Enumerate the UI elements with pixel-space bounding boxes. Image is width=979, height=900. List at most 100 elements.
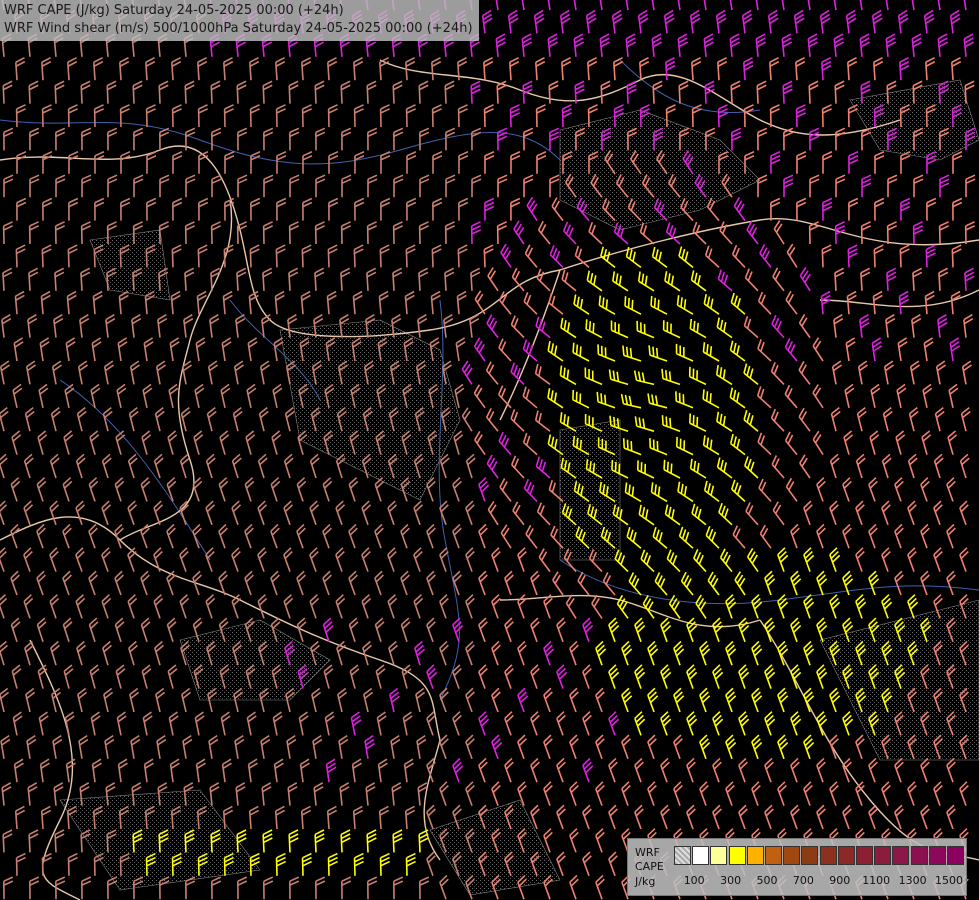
barb-feather (622, 438, 626, 449)
wind-barb (738, 617, 750, 643)
wind-barb (249, 56, 260, 81)
barb-feather (159, 84, 169, 91)
barb-feather (510, 201, 521, 208)
wind-barb (622, 438, 642, 456)
wind-barb (474, 290, 486, 315)
wind-barb (366, 221, 377, 245)
barb-staff (649, 402, 668, 409)
barb-staff (499, 486, 512, 502)
wind-barb (10, 477, 21, 502)
barb-feather (159, 221, 169, 227)
barb-feather (484, 205, 495, 212)
wind-barb (55, 174, 66, 198)
wind-barb (729, 33, 741, 57)
barb-feather (341, 225, 351, 231)
barb-staff (93, 249, 96, 268)
wind-barb (258, 407, 269, 432)
barb-feather (744, 104, 754, 110)
wind-barb (465, 687, 475, 713)
barb-staff (525, 533, 538, 549)
wind-barb (860, 267, 871, 291)
wind-barb (184, 221, 195, 245)
barb-staff (705, 254, 720, 268)
wind-barb (363, 687, 374, 713)
wind-barb (93, 56, 104, 81)
barb-feather (679, 84, 689, 91)
wind-barb (771, 314, 785, 339)
wind-barb (89, 430, 100, 455)
barb-staff (707, 580, 720, 596)
wind-barb (803, 500, 813, 526)
barb-feather (822, 104, 832, 110)
barb-feather (549, 127, 560, 134)
barb-staff (676, 352, 694, 362)
wind-barb (703, 33, 715, 57)
wind-barb (769, 56, 780, 81)
barb-feather (94, 197, 105, 204)
barb-staff (511, 464, 525, 479)
wind-barb (380, 197, 391, 221)
wind-barb (729, 387, 746, 409)
barb-feather (380, 155, 391, 161)
barb-feather (133, 221, 143, 227)
wind-barb (261, 314, 272, 338)
wind-barb (392, 267, 403, 291)
wind-barb (821, 56, 832, 81)
barb-staff (773, 228, 785, 245)
wind-barb (28, 80, 39, 104)
wind-barb (497, 127, 508, 151)
wind-barb (651, 33, 663, 57)
wind-barb (730, 479, 746, 502)
barb-feather (354, 151, 365, 157)
barb-feather (848, 155, 859, 161)
wind-barb (198, 197, 209, 221)
wind-barb (585, 319, 603, 339)
barb-feather (81, 84, 91, 91)
barb-staff (757, 348, 772, 362)
wind-barb (68, 197, 79, 221)
wind-barb (842, 523, 852, 549)
wind-barb (595, 640, 607, 666)
wind-barb (469, 314, 480, 338)
wind-barb (764, 664, 776, 689)
barb-staff (538, 229, 551, 245)
wind-barb (517, 640, 527, 666)
wind-barb (665, 222, 681, 245)
barb-feather (666, 108, 676, 114)
wind-barb (624, 0, 636, 11)
barb-feather (783, 84, 793, 91)
barb-staff (758, 487, 772, 502)
barb-feather (107, 178, 118, 184)
wind-barb (483, 244, 494, 268)
barb-staff (806, 0, 811, 11)
barb-feather (627, 88, 637, 95)
wind-barb (549, 245, 564, 268)
barb-staff (626, 85, 629, 104)
wind-barb (68, 151, 79, 174)
wind-barb (172, 197, 183, 221)
barb-feather (835, 84, 845, 91)
barb-feather (419, 178, 430, 184)
barb-feather (67, 244, 78, 251)
wind-barb (484, 151, 495, 174)
barb-feather (939, 178, 950, 184)
barb-feather (899, 244, 910, 251)
wind-barb (101, 500, 112, 526)
barb-staff (637, 469, 655, 479)
wind-barb (192, 523, 202, 549)
wind-barb (548, 293, 564, 315)
wind-barb (882, 407, 893, 432)
wind-barb (471, 174, 482, 198)
wind-barb (757, 432, 772, 456)
wind-barb (41, 244, 52, 268)
wind-barb (517, 687, 529, 713)
barb-staff (610, 378, 629, 386)
barb-feather (861, 225, 871, 231)
wind-barb (600, 246, 616, 269)
wind-barb (907, 453, 918, 479)
barb-feather (483, 244, 494, 251)
barb-staff (598, 0, 603, 11)
wind-barb (650, 295, 668, 315)
wind-barb (834, 267, 845, 291)
wind-barb (75, 453, 86, 479)
